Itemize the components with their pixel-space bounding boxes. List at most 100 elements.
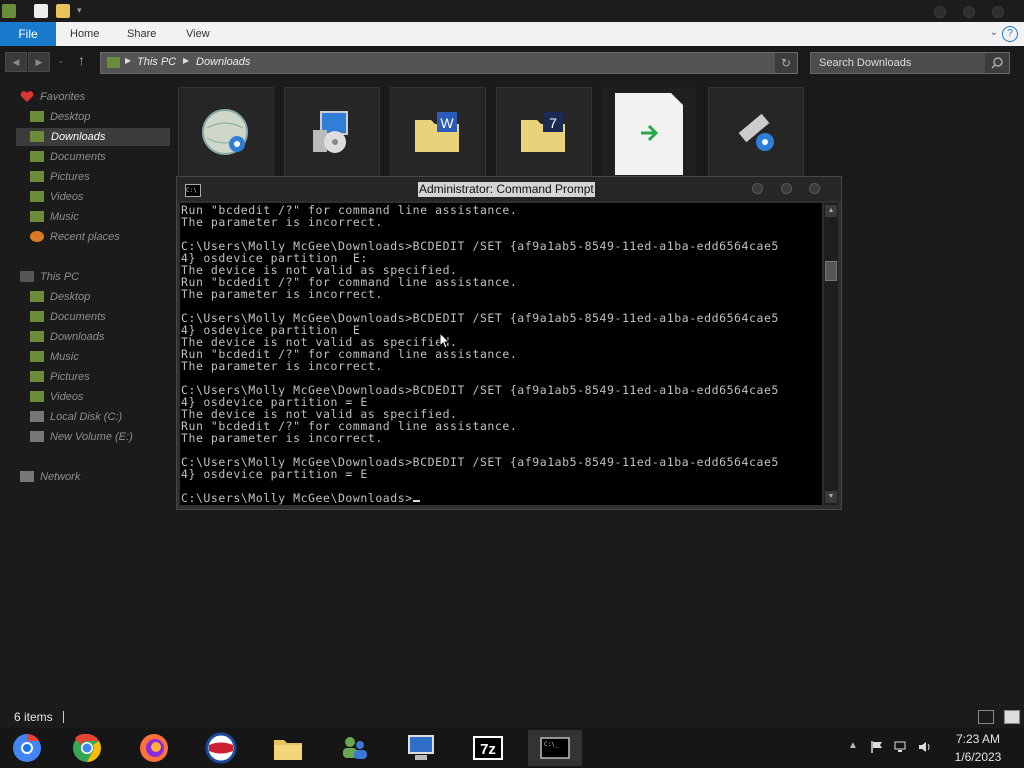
pictures-icon	[30, 371, 44, 382]
svg-text:7z: 7z	[480, 741, 496, 758]
mouse-pointer-icon	[439, 331, 451, 353]
clock-time[interactable]: 7:23 AM	[940, 732, 1016, 746]
explorer-app-icon[interactable]	[2, 4, 16, 18]
show-hidden-icons-icon[interactable]: ▲	[848, 740, 858, 751]
taskbar-network-users[interactable]	[327, 730, 381, 766]
console-output[interactable]: Run "bcdedit /?" for command line assist…	[180, 203, 822, 505]
tab-home[interactable]: Home	[70, 22, 99, 46]
sidebar-favorites[interactable]: Favorites	[20, 88, 160, 106]
drive-icon	[30, 411, 44, 422]
usb-gear-icon	[731, 108, 779, 156]
cmd-close-button[interactable]	[809, 183, 820, 194]
taskbar-command-prompt[interactable]: C:\_	[528, 730, 582, 766]
text-cursor	[412, 500, 420, 502]
action-center-flag-icon[interactable]	[870, 740, 884, 754]
close-button[interactable]	[992, 6, 1004, 18]
refresh-button[interactable]: ↻	[775, 53, 797, 73]
clock-date[interactable]: 1/6/2023	[940, 750, 1016, 764]
svg-text:C:\_: C:\_	[544, 741, 559, 748]
pictures-icon	[30, 171, 44, 182]
cmd-scrollbar[interactable]: ▲ ▼	[824, 203, 838, 505]
sidebar-this-pc[interactable]: This PC	[20, 268, 160, 286]
sidebar-item-pictures[interactable]: Pictures	[30, 168, 170, 186]
command-prompt-icon: C:\_	[539, 732, 571, 764]
file-tile[interactable]	[708, 87, 804, 177]
search-icon[interactable]	[985, 53, 1009, 73]
file-tile[interactable]	[178, 87, 274, 177]
status-divider	[63, 711, 64, 723]
taskbar-chromium[interactable]	[0, 730, 54, 766]
remote-desktop-icon	[405, 732, 437, 764]
sidebar-item-pc-pictures[interactable]: Pictures	[30, 368, 170, 386]
taskbar-chrome[interactable]	[60, 730, 114, 766]
address-bar[interactable]: ▶ This PC ▶ Downloads ↻	[100, 52, 798, 74]
tab-file[interactable]: File	[0, 22, 56, 46]
command-prompt-icon: C:\	[185, 184, 201, 197]
help-icon[interactable]: ?	[1002, 26, 1018, 42]
opera-icon	[205, 732, 237, 764]
breadcrumb-this-pc[interactable]: This PC	[137, 56, 176, 68]
network-icon	[20, 471, 34, 482]
sidebar-item-music[interactable]: Music	[30, 208, 170, 226]
search-input[interactable]	[811, 53, 997, 73]
documents-icon	[30, 151, 44, 162]
taskbar-file-explorer[interactable]	[261, 730, 315, 766]
cmd-minimize-button[interactable]	[752, 183, 763, 194]
search-box[interactable]	[810, 52, 1010, 74]
customize-toolbar-chevron-icon[interactable]: ▾	[77, 5, 82, 16]
cmd-maximize-button[interactable]	[781, 183, 792, 194]
scroll-thumb[interactable]	[825, 261, 837, 281]
tab-share[interactable]: Share	[127, 22, 156, 46]
ribbon: File Home Share View ⌄ ?	[0, 22, 1024, 46]
taskbar-firefox[interactable]	[127, 730, 181, 766]
sidebar-item-local-disk-c[interactable]: Local Disk (C:)	[30, 408, 170, 426]
sidebar-network[interactable]: Network	[20, 468, 160, 486]
sidebar-item-pc-videos[interactable]: Videos	[30, 388, 170, 406]
file-tile[interactable]	[284, 87, 380, 177]
sidebar-item-pc-desktop[interactable]: Desktop	[30, 288, 170, 306]
sidebar-item-recent-places[interactable]: Recent places	[30, 228, 170, 246]
details-view-icon[interactable]	[978, 710, 994, 724]
sidebar-item-new-volume-e[interactable]: New Volume (E:)	[30, 428, 170, 446]
recent-locations-icon[interactable]: ⌄	[57, 55, 65, 66]
sidebar-item-pc-documents[interactable]: Documents	[30, 308, 170, 326]
up-arrow-icon[interactable]: ↑	[78, 52, 85, 68]
documents-icon	[30, 311, 44, 322]
taskbar-opera[interactable]	[194, 730, 248, 766]
heart-icon	[20, 91, 34, 102]
taskbar-seven-zip[interactable]: 7z	[461, 730, 515, 766]
scroll-down-icon[interactable]: ▼	[825, 491, 837, 503]
large-icons-view-icon[interactable]	[1004, 710, 1020, 724]
globe-gear-icon	[201, 108, 249, 156]
cmd-title-bar[interactable]: C:\ Administrator: Command Prompt	[177, 177, 841, 201]
recent-places-icon	[30, 231, 44, 242]
chrome-icon	[71, 732, 103, 764]
sidebar-item-pc-music[interactable]: Music	[30, 348, 170, 366]
breadcrumb-downloads[interactable]: Downloads	[196, 56, 250, 68]
network-status-icon[interactable]	[894, 740, 908, 754]
taskbar-remote-desktop[interactable]	[394, 730, 448, 766]
minimize-button[interactable]	[934, 6, 946, 18]
file-tile[interactable]: 7	[496, 87, 592, 177]
tab-view[interactable]: View	[186, 22, 210, 46]
desktop-icon	[30, 111, 44, 122]
file-tile[interactable]: W	[390, 87, 486, 177]
new-folder-icon[interactable]	[56, 4, 70, 18]
forward-button[interactable]: ▶	[28, 52, 50, 72]
sidebar-item-documents[interactable]: Documents	[30, 148, 170, 166]
volume-icon[interactable]	[918, 740, 932, 754]
expand-ribbon-icon[interactable]: ⌄	[990, 27, 998, 38]
command-prompt-window[interactable]: C:\ Administrator: Command Prompt Run "b…	[176, 176, 842, 510]
videos-icon	[30, 391, 44, 402]
breadcrumb-separator-icon: ▶	[183, 56, 190, 65]
back-button[interactable]: ◀	[5, 52, 27, 72]
sidebar-item-downloads[interactable]: Downloads	[16, 128, 170, 146]
maximize-button[interactable]	[963, 6, 975, 18]
scroll-up-icon[interactable]: ▲	[825, 205, 837, 217]
properties-icon[interactable]	[34, 4, 48, 18]
file-tile[interactable]	[602, 87, 696, 177]
sidebar-item-desktop[interactable]: Desktop	[30, 108, 170, 126]
explorer-title-bar: ▾	[0, 0, 1024, 22]
sidebar-item-pc-downloads[interactable]: Downloads	[30, 328, 170, 346]
sidebar-item-videos[interactable]: Videos	[30, 188, 170, 206]
